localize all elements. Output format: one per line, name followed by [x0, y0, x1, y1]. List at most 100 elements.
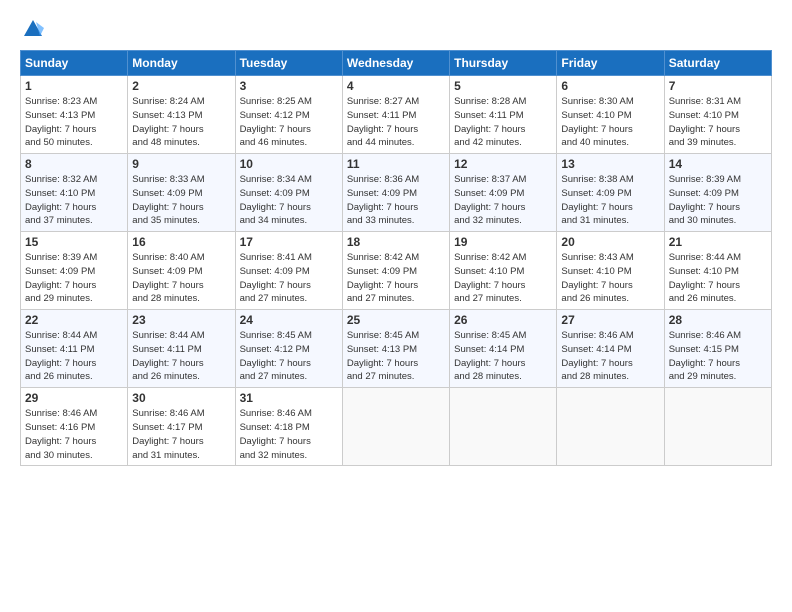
day-number: 6 — [561, 79, 659, 93]
day-info: Sunrise: 8:25 AMSunset: 4:12 PMDaylight:… — [240, 95, 338, 150]
calendar-cell: 12Sunrise: 8:37 AMSunset: 4:09 PMDayligh… — [450, 154, 557, 232]
day-info: Sunrise: 8:44 AMSunset: 4:11 PMDaylight:… — [132, 329, 230, 384]
weekday-header-wednesday: Wednesday — [342, 51, 449, 76]
day-number: 17 — [240, 235, 338, 249]
weekday-header-tuesday: Tuesday — [235, 51, 342, 76]
day-number: 4 — [347, 79, 445, 93]
day-number: 18 — [347, 235, 445, 249]
day-number: 16 — [132, 235, 230, 249]
calendar-cell: 28 Sunrise: 8:46 AMSunset: 4:15 PMDayligh… — [664, 310, 771, 388]
day-number: 20 — [561, 235, 659, 249]
calendar-cell: 16 Sunrise: 8:40 AMSunset: 4:09 PMDayligh… — [128, 232, 235, 310]
day-info: Sunrise: 8:42 AMSunset: 4:10 PMDaylight:… — [454, 251, 552, 306]
day-number: 23 — [132, 313, 230, 327]
calendar-cell: 8 Sunrise: 8:32 AMSunset: 4:10 PMDaylight… — [21, 154, 128, 232]
day-number: 1 — [25, 79, 123, 93]
calendar-cell: 10 Sunrise: 8:34 AMSunset: 4:09 PMDayligh… — [235, 154, 342, 232]
weekday-header-sunday: Sunday — [21, 51, 128, 76]
calendar-cell: 18 Sunrise: 8:42 AMSunset: 4:09 PMDayligh… — [342, 232, 449, 310]
day-info: Sunrise: 8:44 AMSunset: 4:11 PMDaylight:… — [25, 329, 123, 384]
calendar-cell — [450, 388, 557, 466]
day-number: 19 — [454, 235, 552, 249]
day-info: Sunrise: 8:34 AMSunset: 4:09 PMDaylight:… — [240, 173, 338, 228]
calendar-cell: 22 Sunrise: 8:44 AMSunset: 4:11 PMDayligh… — [21, 310, 128, 388]
week-row-2: 8 Sunrise: 8:32 AMSunset: 4:10 PMDaylight… — [21, 154, 772, 232]
calendar-cell: 3 Sunrise: 8:25 AMSunset: 4:12 PMDaylight… — [235, 76, 342, 154]
calendar-cell — [342, 388, 449, 466]
day-number: 3 — [240, 79, 338, 93]
calendar-cell: 17 Sunrise: 8:41 AMSunset: 4:09 PMDayligh… — [235, 232, 342, 310]
day-number: 31 — [240, 391, 338, 405]
calendar-cell: 23 Sunrise: 8:44 AMSunset: 4:11 PMDayligh… — [128, 310, 235, 388]
day-info: Sunrise: 8:45 AMSunset: 4:14 PMDaylight:… — [454, 329, 552, 384]
calendar-cell: 27 Sunrise: 8:46 AMSunset: 4:14 PMDayligh… — [557, 310, 664, 388]
week-row-1: 1 Sunrise: 8:23 AMSunset: 4:13 PMDaylight… — [21, 76, 772, 154]
day-number: 10 — [240, 157, 338, 171]
calendar-cell: 6 Sunrise: 8:30 AMSunset: 4:10 PMDaylight… — [557, 76, 664, 154]
calendar-cell: 21 Sunrise: 8:44 AMSunset: 4:10 PMDayligh… — [664, 232, 771, 310]
calendar-cell: 1 Sunrise: 8:23 AMSunset: 4:13 PMDaylight… — [21, 76, 128, 154]
calendar-cell: 29Sunrise: 8:46 AMSunset: 4:16 PMDayligh… — [21, 388, 128, 466]
calendar-cell: 30Sunrise: 8:46 AMSunset: 4:17 PMDayligh… — [128, 388, 235, 466]
day-info: Sunrise: 8:24 AMSunset: 4:13 PMDaylight:… — [132, 95, 230, 150]
day-info: Sunrise: 8:46 AMSunset: 4:15 PMDaylight:… — [669, 329, 767, 384]
calendar-cell: 9 Sunrise: 8:33 AMSunset: 4:09 PMDaylight… — [128, 154, 235, 232]
calendar-cell: 5 Sunrise: 8:28 AMSunset: 4:11 PMDaylight… — [450, 76, 557, 154]
day-info: Sunrise: 8:32 AMSunset: 4:10 PMDaylight:… — [25, 173, 123, 228]
day-number: 24 — [240, 313, 338, 327]
week-row-4: 22 Sunrise: 8:44 AMSunset: 4:11 PMDayligh… — [21, 310, 772, 388]
day-info: Sunrise: 8:30 AMSunset: 4:10 PMDaylight:… — [561, 95, 659, 150]
day-info: Sunrise: 8:46 AMSunset: 4:18 PMDaylight:… — [240, 407, 338, 462]
day-number: 21 — [669, 235, 767, 249]
day-number: 27 — [561, 313, 659, 327]
day-number: 28 — [669, 313, 767, 327]
day-info: Sunrise: 8:38 AMSunset: 4:09 PMDaylight:… — [561, 173, 659, 228]
day-number: 11 — [347, 157, 445, 171]
day-info: Sunrise: 8:31 AMSunset: 4:10 PMDaylight:… — [669, 95, 767, 150]
calendar-cell: 26Sunrise: 8:45 AMSunset: 4:14 PMDayligh… — [450, 310, 557, 388]
day-info: Sunrise: 8:44 AMSunset: 4:10 PMDaylight:… — [669, 251, 767, 306]
weekday-header-row: SundayMondayTuesdayWednesdayThursdayFrid… — [21, 51, 772, 76]
day-number: 25 — [347, 313, 445, 327]
day-info: Sunrise: 8:39 AMSunset: 4:09 PMDaylight:… — [669, 173, 767, 228]
day-number: 8 — [25, 157, 123, 171]
logo — [20, 18, 44, 40]
day-number: 29 — [25, 391, 123, 405]
day-number: 5 — [454, 79, 552, 93]
day-info: Sunrise: 8:45 AMSunset: 4:12 PMDaylight:… — [240, 329, 338, 384]
calendar-cell: 13 Sunrise: 8:38 AMSunset: 4:09 PMDayligh… — [557, 154, 664, 232]
calendar-cell: 20Sunrise: 8:43 AMSunset: 4:10 PMDayligh… — [557, 232, 664, 310]
day-number: 14 — [669, 157, 767, 171]
calendar-cell: 31 Sunrise: 8:46 AMSunset: 4:18 PMDayligh… — [235, 388, 342, 466]
calendar-cell — [664, 388, 771, 466]
day-info: Sunrise: 8:40 AMSunset: 4:09 PMDaylight:… — [132, 251, 230, 306]
calendar-cell: 15Sunrise: 8:39 AMSunset: 4:09 PMDayligh… — [21, 232, 128, 310]
calendar-cell: 19 Sunrise: 8:42 AMSunset: 4:10 PMDayligh… — [450, 232, 557, 310]
day-number: 2 — [132, 79, 230, 93]
weekday-header-monday: Monday — [128, 51, 235, 76]
day-number: 7 — [669, 79, 767, 93]
calendar-cell: 25Sunrise: 8:45 AMSunset: 4:13 PMDayligh… — [342, 310, 449, 388]
day-number: 22 — [25, 313, 123, 327]
week-row-3: 15Sunrise: 8:39 AMSunset: 4:09 PMDayligh… — [21, 232, 772, 310]
day-info: Sunrise: 8:39 AMSunset: 4:09 PMDaylight:… — [25, 251, 123, 306]
weekday-header-thursday: Thursday — [450, 51, 557, 76]
week-row-5: 29Sunrise: 8:46 AMSunset: 4:16 PMDayligh… — [21, 388, 772, 466]
day-number: 13 — [561, 157, 659, 171]
calendar: SundayMondayTuesdayWednesdayThursdayFrid… — [20, 50, 772, 466]
day-info: Sunrise: 8:46 AMSunset: 4:14 PMDaylight:… — [561, 329, 659, 384]
day-info: Sunrise: 8:42 AMSunset: 4:09 PMDaylight:… — [347, 251, 445, 306]
calendar-cell: 14 Sunrise: 8:39 AMSunset: 4:09 PMDayligh… — [664, 154, 771, 232]
day-info: Sunrise: 8:28 AMSunset: 4:11 PMDaylight:… — [454, 95, 552, 150]
calendar-cell: 2 Sunrise: 8:24 AMSunset: 4:13 PMDaylight… — [128, 76, 235, 154]
day-info: Sunrise: 8:23 AMSunset: 4:13 PMDaylight:… — [25, 95, 123, 150]
day-info: Sunrise: 8:33 AMSunset: 4:09 PMDaylight:… — [132, 173, 230, 228]
calendar-cell: 7 Sunrise: 8:31 AMSunset: 4:10 PMDaylight… — [664, 76, 771, 154]
day-info: Sunrise: 8:41 AMSunset: 4:09 PMDaylight:… — [240, 251, 338, 306]
day-number: 9 — [132, 157, 230, 171]
day-number: 30 — [132, 391, 230, 405]
calendar-cell: 24 Sunrise: 8:45 AMSunset: 4:12 PMDayligh… — [235, 310, 342, 388]
calendar-cell: 4Sunrise: 8:27 AMSunset: 4:11 PMDaylight… — [342, 76, 449, 154]
logo-icon — [22, 18, 44, 40]
day-number: 12 — [454, 157, 552, 171]
